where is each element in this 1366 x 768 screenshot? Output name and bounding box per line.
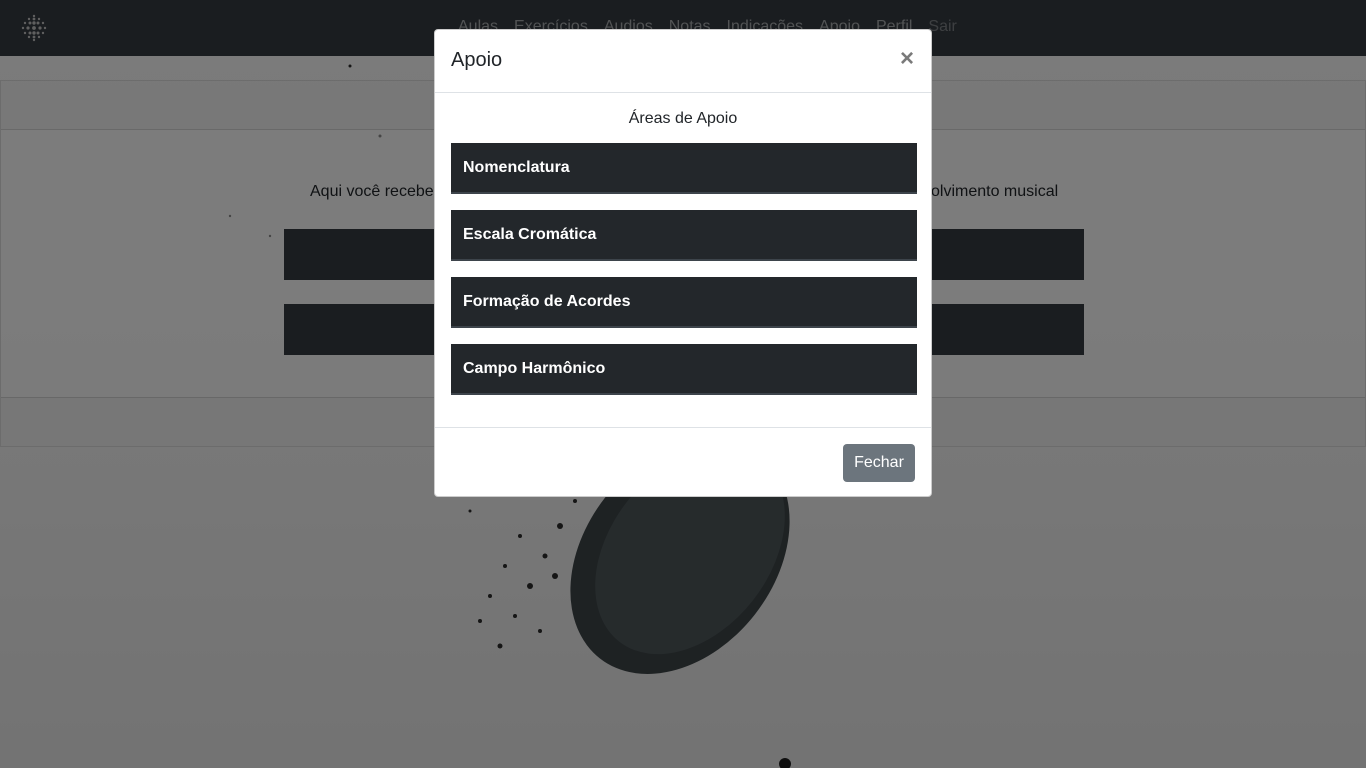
close-icon[interactable]: × xyxy=(897,47,917,71)
area-button-nomenclatura[interactable]: Nomenclatura xyxy=(451,143,917,194)
modal-body: Áreas de Apoio Nomenclatura Escala Cromá… xyxy=(435,93,931,428)
area-button-formacao-de-acordes[interactable]: Formação de Acordes xyxy=(451,277,917,328)
area-button-escala-cromatica[interactable]: Escala Cromática xyxy=(451,210,917,261)
section-title: Áreas de Apoio xyxy=(628,110,738,127)
modal-title: Apoio xyxy=(451,49,503,71)
modal-header: Apoio × xyxy=(435,30,931,93)
apoio-modal: Apoio × Áreas de Apoio Nomenclatura Esca… xyxy=(434,29,932,497)
fechar-button[interactable]: Fechar xyxy=(843,444,915,482)
area-button-campo-harmonico[interactable]: Campo Harmônico xyxy=(451,344,917,395)
modal-footer: Fechar xyxy=(435,427,931,497)
